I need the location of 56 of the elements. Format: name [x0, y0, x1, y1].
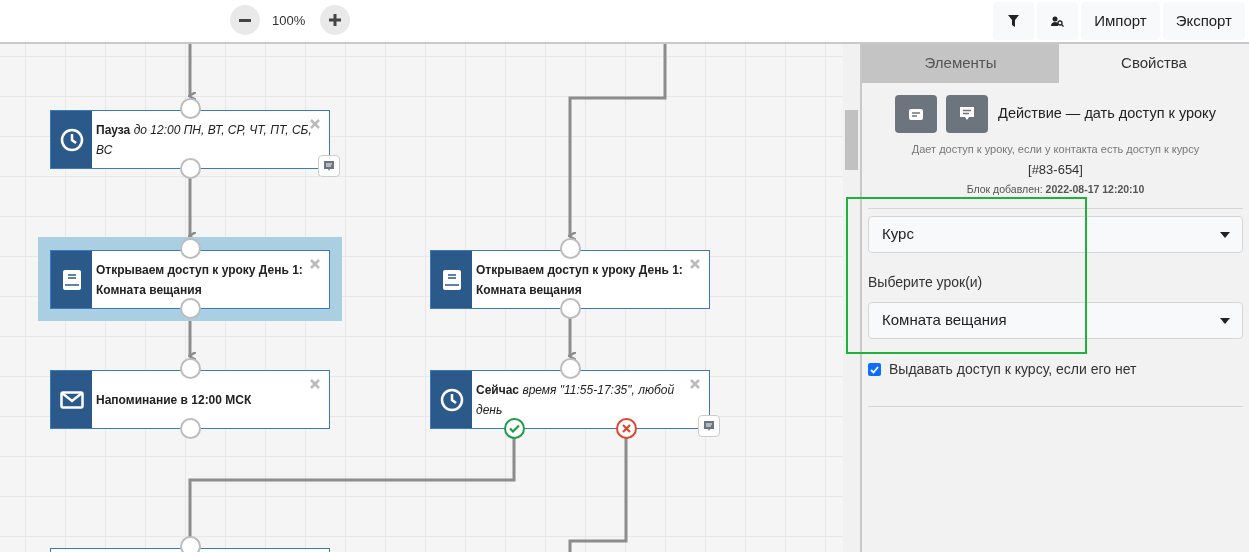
caret-icon [1220, 317, 1230, 324]
comment-icon [703, 420, 715, 432]
zoom-in-button[interactable] [320, 5, 350, 35]
filter-icon [1008, 15, 1020, 27]
node-text: Сейчас время "11:55-17:35", любой день [476, 381, 676, 419]
scrollbar-thumb[interactable] [845, 110, 858, 170]
node-text: Напоминание в 12:00 МСК [96, 391, 252, 409]
contact-search-button[interactable] [1037, 2, 1079, 40]
zoom-level: 100% [272, 12, 306, 30]
clock-icon [59, 127, 84, 152]
close-icon[interactable] [310, 379, 320, 389]
block-title: Действие — дать доступ к уроку [998, 104, 1216, 124]
book-icon [61, 268, 82, 291]
block-id: [#83-654] [1027, 160, 1084, 179]
close-icon[interactable] [310, 119, 320, 129]
dropdown-select[interactable]: Курс [868, 216, 1243, 253]
comment-icon [323, 160, 335, 172]
comment-button[interactable] [698, 415, 720, 437]
close-icon[interactable] [690, 259, 700, 269]
block-description: Дает доступ к уроку, если у контакта есть доступ к курсу [910, 142, 1201, 157]
user-search-icon [1051, 15, 1065, 27]
plus-icon [329, 14, 341, 26]
action-button[interactable] [895, 95, 938, 133]
envelope-icon [59, 390, 84, 409]
close-icon[interactable] [690, 379, 700, 389]
node-text: Пауза до 12:00 ПН, ВТ, СР, ЧТ, ПТ, СБ, ВС [96, 121, 313, 159]
filter-button[interactable] [993, 2, 1035, 40]
book-icon [441, 268, 462, 291]
close-icon[interactable] [310, 259, 320, 269]
checkbox[interactable] [868, 363, 881, 376]
toolbar-button[interactable]: Экспорт [1162, 2, 1245, 40]
panel-tab[interactable]: Элементы [862, 44, 1059, 83]
comment-button[interactable] [318, 155, 340, 177]
clock-icon [439, 387, 464, 412]
toolbar-button[interactable]: Импорт [1081, 2, 1160, 40]
node-card[interactable]: Напоминание в 12:00 МСК [50, 370, 330, 429]
caret-icon [1220, 231, 1230, 238]
dropdown-select[interactable]: Комната вещания [868, 302, 1243, 339]
scrollbar[interactable] [843, 44, 860, 552]
comment-icon [960, 107, 975, 121]
connector-line [187, 44, 198, 102]
node-card[interactable]: Сейчас время "11:55-17:35", любой день [430, 370, 710, 429]
node-card[interactable]: Открываем доступ к уроку День 1: Комната вещания [430, 250, 710, 309]
lesson-label: Выберите урок(и) [868, 273, 984, 292]
connector-line [567, 318, 578, 362]
connector-line [187, 318, 198, 362]
message-icon [909, 108, 924, 120]
block-added-date: Блок добавлен: 2022-08-17 12:20:10 [965, 183, 1146, 195]
node-text: Открываем доступ к уроку День 1: Комната вещания [476, 261, 684, 299]
node-card[interactable]: Пауза до 12:00 ПН, ВТ, СР, ЧТ, ПТ, СБ, ВС [50, 110, 330, 169]
action-button[interactable] [946, 95, 989, 133]
node-card[interactable]: Открываем доступ к уроку День 1: Комната вещания [50, 250, 330, 309]
node-text: Открываем доступ к уроку День 1: Комната вещания [96, 261, 304, 299]
grant-access-checkbox[interactable]: Выдавать доступ к курсу, если его нет [868, 359, 1243, 380]
zoom-out-button[interactable] [230, 5, 260, 35]
minus-icon [239, 18, 251, 22]
